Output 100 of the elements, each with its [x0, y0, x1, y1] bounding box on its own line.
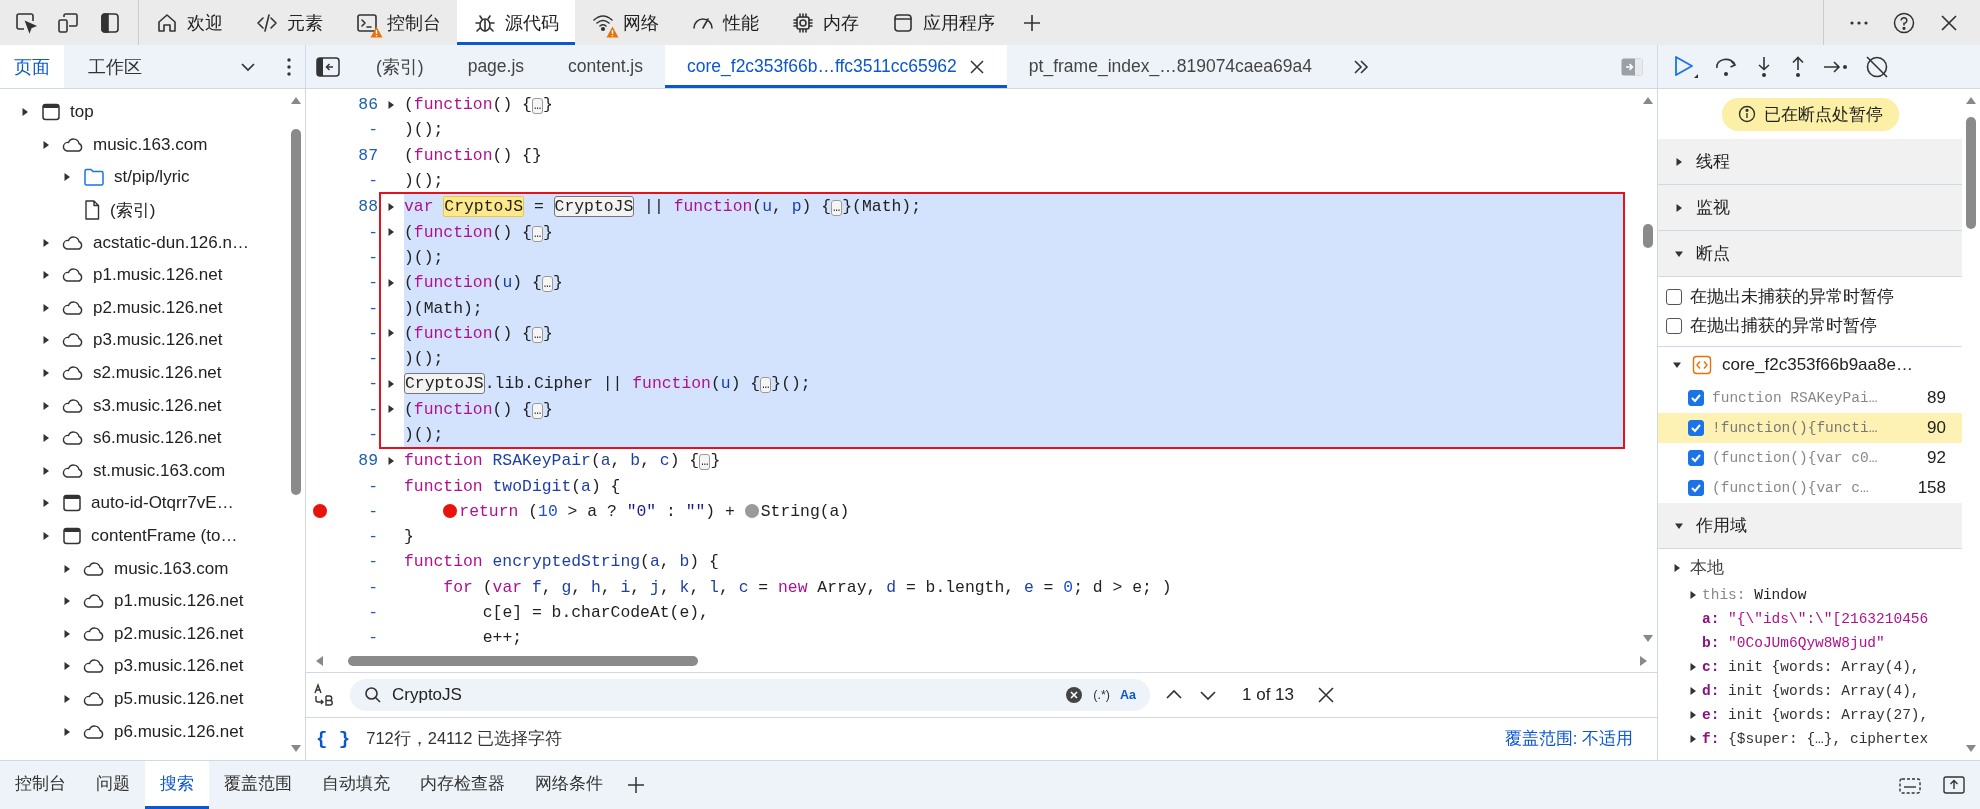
expand-arrow-icon[interactable]: [1688, 662, 1698, 672]
panel-tab[interactable]: 内存: [775, 0, 875, 45]
expand-arrow-icon[interactable]: [62, 172, 72, 183]
expand-arrow-icon[interactable]: [41, 400, 51, 411]
file-tab[interactable]: (索引): [354, 45, 446, 88]
file-name[interactable]: core_f2c353f66b9aa8e…: [1722, 355, 1913, 375]
panel-tab[interactable]: 网络: [575, 0, 675, 45]
expand-arrow-icon[interactable]: [1672, 563, 1682, 573]
expand-arrow-icon[interactable]: [62, 661, 72, 672]
expand-arrow-icon[interactable]: [41, 335, 51, 346]
breakpoint-marker[interactable]: [313, 504, 327, 519]
expand-arrow-icon[interactable]: [62, 596, 72, 607]
file-tab[interactable]: pt_frame_index_…819074caea69a4: [1006, 45, 1334, 88]
breakpoint-row[interactable]: !function(){functi… 90: [1658, 413, 1962, 443]
scroll-down-icon[interactable]: [1642, 634, 1654, 644]
fold-arrow-icon[interactable]: [386, 99, 396, 110]
expand-arrow-icon[interactable]: [62, 726, 72, 737]
device-icon[interactable]: [56, 10, 80, 35]
scope-variable[interactable]: c: init {words: Array(4),: [1702, 659, 1920, 675]
tree-item[interactable]: music.163.com: [93, 134, 208, 155]
tree-item[interactable]: p6.music.126.net: [114, 721, 244, 742]
panel-toggle-icon[interactable]: [1621, 57, 1643, 76]
expand-arrow-icon[interactable]: [62, 563, 72, 574]
tree-item[interactable]: s6.music.126.net: [93, 428, 222, 449]
drawer-tab[interactable]: 内存检查器: [405, 761, 520, 809]
checkbox[interactable]: [1688, 450, 1704, 466]
coverage-link[interactable]: 覆盖范围: 不适用: [1504, 728, 1633, 750]
tree-item[interactable]: st.music.163.com: [93, 460, 226, 481]
file-tab[interactable]: content.js: [546, 45, 665, 88]
expand-arrow-icon[interactable]: [41, 531, 51, 541]
tree-item[interactable]: p3.music.126.net: [114, 656, 244, 677]
close-icon[interactable]: [968, 58, 985, 75]
tree-item[interactable]: top: [70, 102, 94, 123]
expand-arrow-icon[interactable]: [62, 694, 72, 704]
tree-item[interactable]: p2.music.126.net: [93, 297, 223, 318]
scope-variable[interactable]: e: init {words: Array(27),: [1702, 707, 1929, 723]
scroll-up-icon[interactable]: [1642, 95, 1654, 105]
section-header[interactable]: 作用域: [1658, 503, 1962, 549]
breakpoint-code[interactable]: (function(){var c0…: [1712, 450, 1920, 466]
expand-arrow-icon[interactable]: [41, 498, 51, 509]
inline-breakpoint-marker[interactable]: [744, 504, 759, 519]
help-icon[interactable]: [1892, 10, 1916, 35]
breakpoint-code[interactable]: (function(){var c…: [1712, 480, 1910, 496]
tree-item[interactable]: p2.music.126.net: [114, 623, 244, 644]
expand-arrow-icon[interactable]: [41, 237, 51, 248]
expand-arrow-icon[interactable]: [41, 368, 51, 379]
scope-variable[interactable]: b: "0CoJUm6Qyw8W8jud": [1702, 635, 1885, 651]
tree-item[interactable]: (索引): [110, 198, 156, 222]
panel-tab[interactable]: 应用程序: [875, 0, 1011, 45]
fold-arrow-icon[interactable]: [386, 227, 396, 238]
panel-tab[interactable]: 性能: [675, 0, 775, 45]
breakpoint-code[interactable]: !function(){functi…: [1712, 420, 1920, 436]
regex-toggle[interactable]: (.*): [1093, 688, 1110, 702]
expand-arrow-icon[interactable]: [41, 465, 51, 476]
section-header[interactable]: 监视: [1658, 185, 1962, 231]
search-field[interactable]: CryptoJS (.*) Aa: [350, 679, 1150, 711]
scroll-thumb[interactable]: [1966, 117, 1976, 229]
expand-arrow-icon[interactable]: [41, 139, 51, 150]
expand-arrow-icon[interactable]: [1688, 734, 1698, 744]
checkbox[interactable]: [1688, 390, 1704, 406]
expand-arrow-icon[interactable]: [1688, 710, 1698, 720]
replace-toggle-icon[interactable]: [312, 683, 336, 707]
scroll-down-icon[interactable]: [290, 744, 302, 754]
more-icon[interactable]: [285, 55, 293, 78]
checkbox[interactable]: [1688, 480, 1704, 496]
scroll-right-icon[interactable]: [1639, 655, 1649, 667]
scope-variable[interactable]: a: "{\"ids\":\"[2163210456: [1702, 611, 1929, 627]
drawer-tab[interactable]: 覆盖范围: [209, 761, 307, 809]
drawer-tab[interactable]: 问题: [81, 761, 145, 809]
sidebar-tab[interactable]: 工作区: [74, 45, 156, 88]
scroll-left-icon[interactable]: [314, 655, 324, 667]
expand-arrow-icon[interactable]: [1674, 156, 1684, 167]
tree-item[interactable]: p1.music.126.net: [114, 591, 244, 612]
scope-name[interactable]: 本地: [1690, 557, 1724, 579]
file-tab[interactable]: core_f2c353f66b…ffc3511cc65962: [665, 45, 1007, 88]
fold-arrow-icon[interactable]: [386, 201, 396, 212]
checkbox[interactable]: [1688, 420, 1704, 436]
panel-tab[interactable]: 欢迎: [139, 0, 239, 45]
tree-item[interactable]: s3.music.126.net: [93, 395, 222, 416]
fold-arrow-icon[interactable]: [386, 404, 396, 415]
scope-variable[interactable]: d: init {words: Array(4),: [1702, 683, 1920, 699]
drawer-tab[interactable]: 自动填充: [307, 761, 405, 809]
scroll-up-icon[interactable]: [1965, 95, 1977, 105]
tree-item[interactable]: auto-id-Otqrr7vE…: [91, 493, 234, 514]
panel-tab[interactable]: 源代码: [457, 0, 575, 45]
tree-item[interactable]: music.163.com: [114, 558, 229, 579]
fold-arrow-icon[interactable]: [386, 328, 396, 339]
file-tab[interactable]: page.js: [445, 45, 547, 88]
inline-breakpoint-marker[interactable]: [443, 504, 458, 519]
resume-icon[interactable]: [1672, 53, 1700, 80]
case-toggle[interactable]: Aa: [1120, 688, 1136, 702]
add-icon[interactable]: [626, 775, 646, 795]
dock-icon[interactable]: [98, 10, 122, 35]
expand-arrow-icon[interactable]: [20, 107, 30, 118]
tree-item[interactable]: p5.music.126.net: [114, 689, 244, 709]
sidebar-tab[interactable]: 页面: [0, 45, 64, 88]
scope-variable[interactable]: f: {$super: {…}, ciphertex: [1702, 731, 1929, 747]
scroll-up-icon[interactable]: [290, 95, 302, 105]
tree-item[interactable]: p3.music.126.net: [93, 330, 223, 351]
checkbox[interactable]: [1666, 288, 1682, 305]
